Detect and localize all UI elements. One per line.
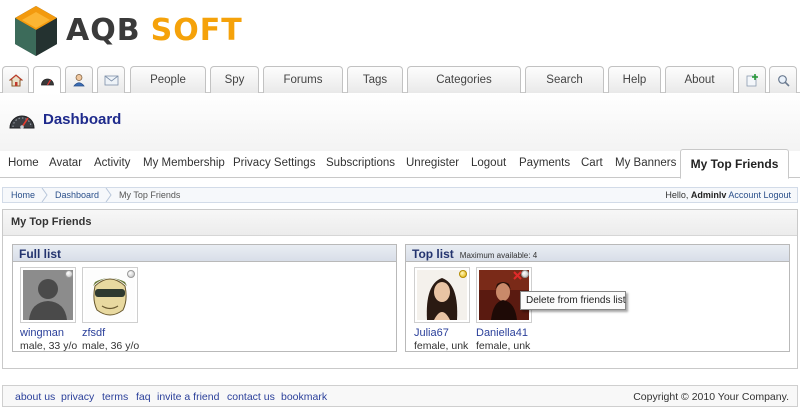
subnav-privacy-settings[interactable]: Privacy Settings bbox=[233, 157, 315, 169]
tab-profile[interactable] bbox=[65, 66, 93, 93]
search-button[interactable] bbox=[769, 66, 797, 93]
top-friends-box: My Top Friends Full list wingman male, 3… bbox=[2, 209, 798, 369]
footer-link-privacy[interactable]: privacy bbox=[61, 391, 94, 403]
friend-info: male, 33 y/o bbox=[20, 340, 78, 352]
dashboard-icon bbox=[40, 78, 54, 86]
subnav-payments[interactable]: Payments bbox=[519, 157, 570, 169]
logout-link[interactable]: Logout bbox=[763, 190, 791, 200]
default-avatar-icon bbox=[23, 270, 73, 320]
top-list-header: Top list Maximum available: 4 bbox=[406, 245, 789, 262]
page-header: Dashboard bbox=[0, 93, 800, 151]
subnav-my-membership[interactable]: My Membership bbox=[143, 157, 225, 169]
subnav-unregister[interactable]: Unregister bbox=[406, 157, 459, 169]
friend-card[interactable]: Julia67 female, unk bbox=[414, 267, 470, 352]
logo-text-soft: SOFT bbox=[150, 13, 243, 48]
search-icon bbox=[777, 74, 790, 87]
page-title: Dashboard bbox=[43, 111, 122, 128]
username: Adminlv bbox=[690, 190, 727, 200]
delete-tooltip: Delete from friends list bbox=[520, 291, 626, 310]
footer-link-faq[interactable]: faq bbox=[136, 391, 151, 403]
full-list-panel: Full list wingman male, 33 y/o zfsdf mal… bbox=[12, 244, 397, 352]
footer-link-terms[interactable]: terms bbox=[102, 391, 128, 403]
footer: about us privacy terms faq invite a frie… bbox=[2, 385, 798, 407]
logo-text-aqb: AQB bbox=[66, 13, 141, 48]
subnav-avatar[interactable]: Avatar bbox=[49, 157, 82, 169]
footer-link-invite-a-friend[interactable]: invite a friend bbox=[157, 391, 219, 403]
greeting-prefix: Hello, bbox=[665, 190, 689, 200]
photo-avatar-icon bbox=[417, 270, 467, 320]
logo-cube-icon bbox=[15, 6, 57, 56]
breadcrumb-separator-icon bbox=[105, 188, 112, 202]
friend-name[interactable]: Julia67 bbox=[414, 327, 470, 339]
subnav-my-banners[interactable]: My Banners bbox=[615, 157, 676, 169]
footer-link-bookmark[interactable]: bookmark bbox=[281, 391, 327, 403]
tab-dashboard[interactable] bbox=[33, 66, 61, 94]
offline-status-icon bbox=[127, 270, 135, 278]
footer-link-about-us[interactable]: about us bbox=[15, 391, 55, 403]
friend-info: female, unk bbox=[414, 340, 469, 352]
breadcrumb-separator-icon bbox=[41, 188, 48, 202]
offline-status-icon bbox=[65, 270, 73, 278]
friend-info: female, unk bbox=[476, 340, 531, 352]
friend-card[interactable]: wingman male, 33 y/o bbox=[20, 267, 78, 352]
friend-name[interactable]: zfsdf bbox=[82, 327, 138, 339]
friend-avatar[interactable] bbox=[20, 267, 76, 323]
tab-home[interactable] bbox=[2, 66, 29, 93]
breadcrumb: Home Dashboard My Top Friends Hello, Adm… bbox=[2, 187, 798, 203]
home-icon bbox=[8, 73, 23, 86]
speedometer-icon bbox=[9, 115, 35, 129]
subnav-activity[interactable]: Activity bbox=[94, 157, 130, 169]
account-link[interactable]: Account bbox=[728, 190, 761, 200]
breadcrumb-current: My Top Friends bbox=[119, 190, 181, 200]
subnav-logout[interactable]: Logout bbox=[471, 157, 506, 169]
tab-forums[interactable]: Forums bbox=[263, 66, 343, 93]
full-list-title: Full list bbox=[13, 245, 396, 262]
subnav-home[interactable]: Home bbox=[8, 157, 39, 169]
top-list-title: Top list bbox=[412, 247, 454, 261]
subnav-cart[interactable]: Cart bbox=[581, 157, 603, 169]
add-page-button[interactable] bbox=[738, 66, 766, 93]
tab-about[interactable]: About bbox=[665, 66, 734, 93]
subnav-subscriptions[interactable]: Subscriptions bbox=[326, 157, 395, 169]
breadcrumb-dashboard[interactable]: Dashboard bbox=[55, 190, 99, 200]
profile-icon bbox=[73, 74, 85, 87]
tab-help[interactable]: Help bbox=[608, 66, 661, 93]
friend-name[interactable]: wingman bbox=[20, 327, 76, 339]
online-status-icon bbox=[459, 270, 467, 278]
box-heading: My Top Friends bbox=[3, 210, 797, 236]
tab-categories[interactable]: Categories bbox=[407, 66, 521, 93]
site-logo[interactable]: AQB SOFT bbox=[12, 3, 243, 59]
max-available-note: Maximum available: 4 bbox=[459, 251, 538, 260]
subnav-my-top-friends[interactable]: My Top Friends bbox=[680, 149, 789, 179]
footer-link-contact-us[interactable]: contact us bbox=[227, 391, 275, 403]
friend-name[interactable]: Daniella41 bbox=[476, 327, 532, 339]
tab-spy[interactable]: Spy bbox=[210, 66, 259, 93]
cartoon-avatar-icon bbox=[85, 270, 135, 320]
tab-messages[interactable] bbox=[97, 66, 125, 93]
delete-friend-icon[interactable] bbox=[513, 271, 522, 280]
friend-avatar[interactable] bbox=[82, 267, 138, 323]
add-page-icon bbox=[746, 74, 758, 87]
tab-search[interactable]: Search bbox=[525, 66, 604, 93]
tab-tags[interactable]: Tags bbox=[347, 66, 403, 93]
top-navigation: People Spy Forums Tags Categories Search… bbox=[0, 66, 800, 94]
offline-status-icon bbox=[521, 270, 529, 278]
tab-people[interactable]: People bbox=[130, 66, 206, 93]
logo-wordmark: AQB SOFT bbox=[66, 16, 243, 46]
copyright-text: Copyright © 2010 Your Company. bbox=[633, 391, 789, 403]
mail-icon bbox=[104, 75, 118, 86]
breadcrumb-home[interactable]: Home bbox=[11, 190, 35, 200]
friend-card[interactable]: zfsdf male, 36 y/o bbox=[82, 267, 140, 352]
friend-avatar[interactable] bbox=[414, 267, 470, 323]
friend-info: male, 36 y/o bbox=[82, 340, 140, 352]
user-greeting: Hello, Adminlv Account Logout bbox=[665, 190, 791, 200]
